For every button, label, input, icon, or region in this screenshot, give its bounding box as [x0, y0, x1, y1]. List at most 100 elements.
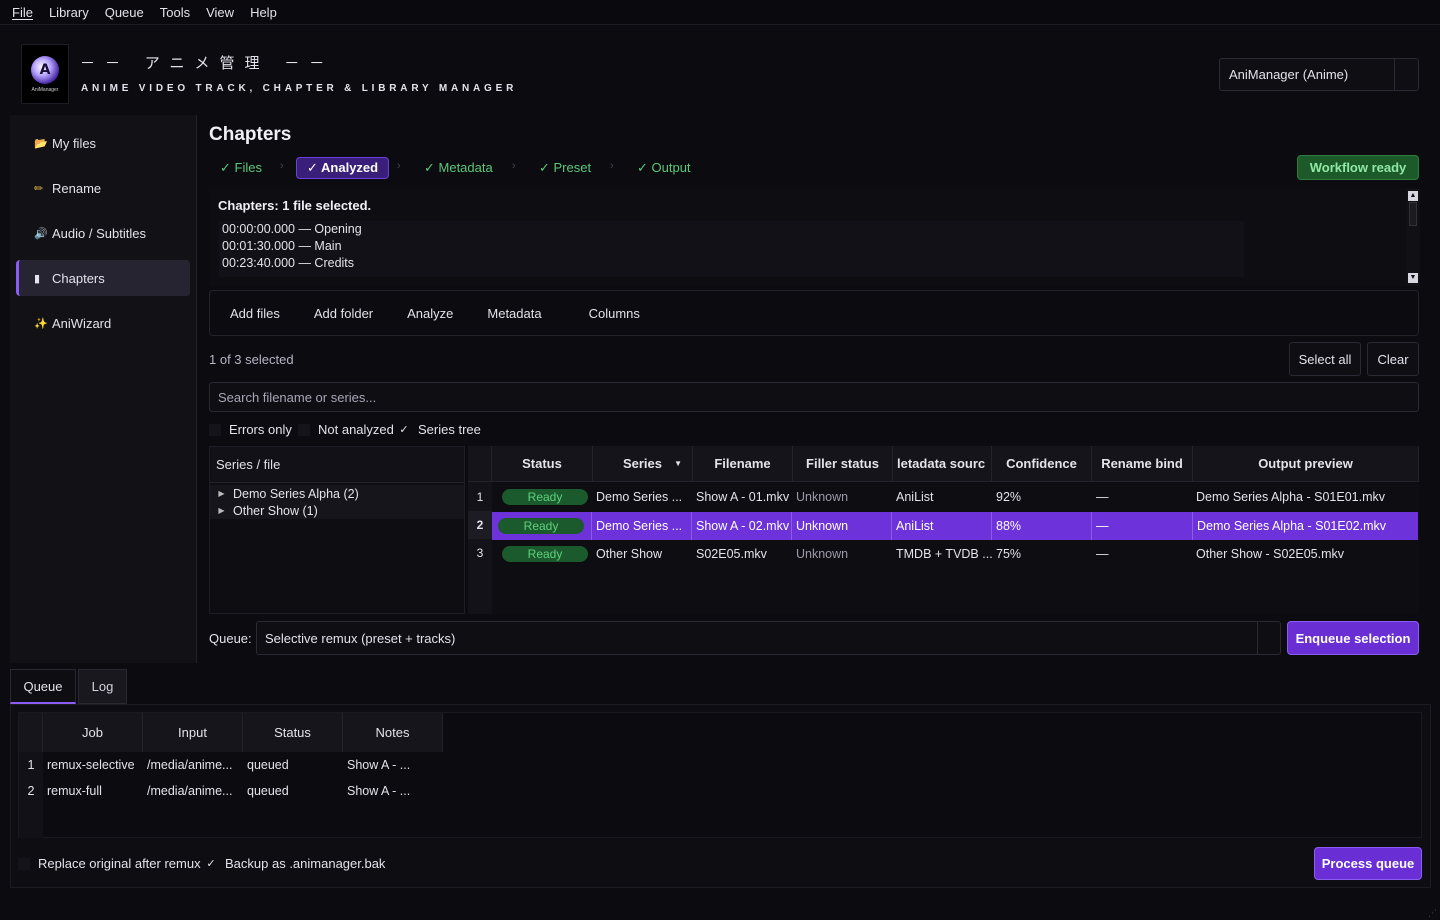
filter-not-analyzed[interactable]: Not analyzed — [298, 422, 394, 437]
row-number[interactable]: 2 — [19, 778, 43, 804]
row-number[interactable]: 3 — [468, 539, 492, 567]
check-icon[interactable]: ✓ — [205, 858, 217, 870]
grid-corner[interactable] — [19, 713, 43, 752]
step-separator-icon: › — [610, 160, 614, 172]
status-cell[interactable]: queued — [247, 778, 289, 804]
confidence-cell: 88% — [992, 512, 1092, 540]
column-header-filename[interactable]: Filename — [693, 446, 793, 482]
queue-preset-select[interactable]: Selective remux (preset + tracks) — [256, 621, 1281, 655]
tree-row[interactable]: ▶ Demo Series Alpha (2) — [210, 485, 464, 502]
tab-log[interactable]: Log — [78, 669, 127, 704]
check-icon[interactable]: ✓ — [398, 424, 410, 436]
add-folder-button[interactable]: Add folder — [297, 291, 390, 335]
job-cell[interactable]: remux-selective — [47, 752, 135, 778]
row-number[interactable]: 1 — [19, 752, 43, 778]
tree-row[interactable]: ▶ Other Show (1) — [210, 502, 464, 519]
sidebar-item-audio-subtitles[interactable]: 🔊 Audio / Subtitles — [16, 215, 190, 251]
enqueue-selection-button[interactable]: Enqueue selection — [1287, 621, 1419, 655]
column-header-job[interactable]: Job — [43, 713, 143, 752]
metadata-button[interactable]: Metadata — [470, 291, 558, 335]
sidebar-item-aniwizard[interactable]: ✨ AniWizard — [16, 305, 190, 341]
search-input[interactable]: Search filename or series... — [209, 382, 1419, 412]
step-preset[interactable]: ✓ Preset — [539, 157, 591, 179]
page-title: Chapters — [209, 124, 292, 145]
scroll-up-icon[interactable]: ▲ — [1408, 191, 1418, 201]
logo-text: AniManager — [31, 86, 59, 93]
clear-button[interactable]: Clear — [1367, 342, 1419, 376]
filter-errors-only[interactable]: Errors only — [209, 422, 292, 437]
table-row[interactable]: Ready Other Show S02E05.mkv Unknown TMDB… — [492, 540, 1418, 568]
menu-library[interactable]: Library — [41, 5, 97, 20]
table-row[interactable]: Ready Demo Series ... Show A - 01.mkv Un… — [492, 483, 1418, 511]
expand-arrow-icon[interactable]: ▶ — [210, 489, 233, 498]
filter-label: Series tree — [418, 422, 481, 437]
pencil-icon: ✏ — [34, 182, 44, 195]
columns-button[interactable]: Columns — [559, 291, 657, 335]
step-metadata[interactable]: ✓ Metadata — [424, 157, 493, 179]
sidebar-item-chapters[interactable]: ▮ Chapters — [16, 260, 190, 296]
japanese-title: －－ アニメ管理 －－ — [80, 54, 335, 72]
status-cell[interactable]: queued — [247, 752, 289, 778]
column-header-notes[interactable]: Notes — [343, 713, 443, 752]
sidebar-item-my-files[interactable]: 📂 My files — [16, 125, 190, 161]
row-number[interactable]: 2 — [468, 511, 492, 539]
column-header-label: Series — [622, 456, 663, 471]
step-files[interactable]: ✓ Files — [220, 157, 262, 179]
menu-view[interactable]: View — [198, 5, 242, 20]
menu-queue[interactable]: Queue — [97, 5, 152, 20]
checkbox-unchecked[interactable] — [209, 423, 221, 436]
filter-series-tree[interactable]: ✓ Series tree — [398, 422, 481, 437]
column-header-filler[interactable]: Filler status — [793, 446, 893, 482]
resize-grip-icon[interactable]: ⋰ — [1428, 908, 1438, 918]
app-logo: A AniManager — [21, 44, 69, 104]
backup-option[interactable]: ✓ Backup as .animanager.bak — [205, 856, 385, 871]
series-cell: Demo Series ... — [596, 490, 683, 504]
menu-help[interactable]: Help — [242, 5, 285, 20]
tab-queue[interactable]: Queue — [10, 669, 76, 704]
notes-cell[interactable]: Show A - ... — [347, 752, 410, 778]
column-header-confidence[interactable]: Confidence — [992, 446, 1092, 482]
source-cell: AniList — [892, 512, 992, 540]
menu-file[interactable]: File — [4, 5, 41, 20]
column-header-status[interactable]: Status — [492, 446, 593, 482]
column-header-metadata-source[interactable]: letadata sourc — [893, 446, 992, 482]
menubar: File Library Queue Tools View Help — [0, 0, 1440, 25]
input-cell[interactable]: /media/anime... — [147, 778, 232, 804]
step-analyzed[interactable]: ✓ Analyzed — [296, 157, 390, 179]
tree-row-label: Demo Series Alpha (2) — [233, 486, 359, 501]
analyze-button[interactable]: Analyze — [390, 291, 470, 335]
step-output[interactable]: ✓ Output — [637, 157, 691, 179]
column-header-series[interactable]: Series ▼ — [593, 446, 693, 482]
scroll-thumb[interactable] — [1409, 202, 1417, 226]
source-cell: AniList — [896, 490, 934, 504]
menu-tools[interactable]: Tools — [152, 5, 198, 20]
scroll-down-icon[interactable]: ▼ — [1408, 273, 1418, 283]
sidebar-item-rename[interactable]: ✏ Rename — [16, 170, 190, 206]
column-header-status[interactable]: Status — [243, 713, 343, 752]
profile-select[interactable]: AniManager (Anime) — [1219, 58, 1419, 91]
notes-cell[interactable]: Show A - ... — [347, 778, 410, 804]
filename-cell: S02E05.mkv — [696, 547, 767, 561]
table-row-selected[interactable]: Ready Demo Series ... Show A - 02.mkv Un… — [492, 512, 1418, 540]
output-cell: Other Show - S02E05.mkv — [1196, 547, 1344, 561]
input-cell[interactable]: /media/anime... — [147, 752, 232, 778]
replace-original-option[interactable]: Replace original after remux — [18, 856, 201, 871]
column-header-input[interactable]: Input — [143, 713, 243, 752]
select-all-button[interactable]: Select all — [1289, 342, 1361, 376]
status-badge: Ready — [502, 546, 588, 562]
row-number[interactable]: 1 — [468, 483, 492, 511]
job-cell[interactable]: remux-full — [47, 778, 102, 804]
series-tree: Series / file ▶ Demo Series Alpha (2) ▶ … — [209, 446, 465, 614]
chapters-scrollbar[interactable]: ▲ ▼ — [1406, 188, 1420, 286]
dropdown-arrow-icon[interactable] — [1257, 622, 1280, 654]
add-files-button[interactable]: Add files — [210, 291, 297, 335]
bind-cell: — — [1092, 512, 1193, 540]
grid-corner[interactable] — [468, 446, 492, 482]
column-header-output-preview[interactable]: Output preview — [1193, 446, 1419, 482]
checkbox-unchecked[interactable] — [18, 857, 30, 870]
process-queue-button[interactable]: Process queue — [1314, 847, 1422, 880]
column-header-rename-bind[interactable]: Rename bind — [1092, 446, 1193, 482]
dropdown-arrow-icon[interactable] — [1394, 59, 1418, 90]
checkbox-unchecked[interactable] — [298, 423, 310, 436]
expand-arrow-icon[interactable]: ▶ — [210, 506, 233, 515]
